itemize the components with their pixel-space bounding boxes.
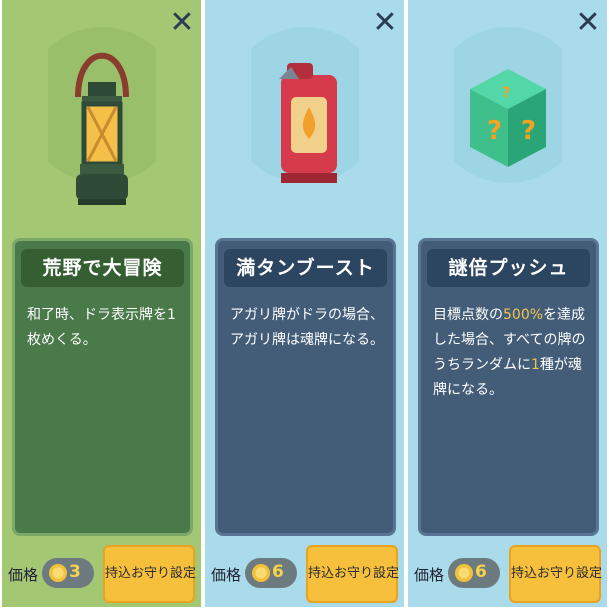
price-label: 価格 bbox=[414, 566, 445, 584]
card-background: ✕ 満タンブースト アガリ牌がドラの場合、アガリ牌は魂牌になる。 価格 6 持込… bbox=[205, 0, 404, 607]
close-icon[interactable]: ✕ bbox=[575, 8, 601, 38]
card-title: 謎倍プッシュ bbox=[427, 249, 590, 287]
charm-setup-button[interactable]: 持込お守り設定 bbox=[509, 545, 602, 603]
price-value: 6 bbox=[272, 562, 284, 582]
charm-setup-button[interactable]: 持込お守り設定 bbox=[306, 545, 399, 603]
price-label: 価格 bbox=[8, 566, 39, 584]
lantern-icon bbox=[24, 27, 180, 217]
fuel-can-icon bbox=[227, 27, 383, 217]
card-description: 目標点数の500%を達成した場合、すべての牌のうちランダムに1種が魂牌になる。 bbox=[433, 303, 588, 403]
svg-text:?: ? bbox=[487, 116, 502, 146]
card-description: 和了時、ドラ表示牌を1枚めくる。 bbox=[27, 307, 176, 348]
card-description: アガリ牌がドラの場合、アガリ牌は魂牌になる。 bbox=[230, 307, 384, 348]
coin-icon bbox=[49, 564, 67, 582]
price-badge: 3 bbox=[42, 558, 94, 588]
description-panel: 荒野で大冒険 和了時、ドラ表示牌を1枚めくる。 bbox=[12, 238, 193, 536]
description-panel: 満タンブースト アガリ牌がドラの場合、アガリ牌は魂牌になる。 bbox=[215, 238, 396, 536]
svg-text:?: ? bbox=[502, 85, 510, 101]
desc-text: 目標点数の bbox=[433, 307, 503, 323]
coin-icon bbox=[252, 564, 270, 582]
close-icon[interactable]: ✕ bbox=[169, 8, 195, 38]
card-background: ✕ ? ? ? 謎倍プッシュ 目標点数の500%を達成した場合、すべての牌のうち… bbox=[408, 0, 607, 607]
card-background: ✕ 荒野で大冒険 和了時、ドラ表示牌を1枚めくる。 価格 3 持込お守り設定 bbox=[2, 0, 201, 607]
price-value: 6 bbox=[475, 562, 487, 582]
price-badge: 6 bbox=[245, 558, 297, 588]
card-title: 荒野で大冒険 bbox=[21, 249, 184, 287]
description-panel: 謎倍プッシュ 目標点数の500%を達成した場合、すべての牌のうちランダムに1種が… bbox=[418, 238, 599, 536]
svg-text:?: ? bbox=[521, 116, 536, 146]
charm-card-full-tank: ✕ 満タンブースト アガリ牌がドラの場合、アガリ牌は魂牌になる。 価格 6 持込… bbox=[203, 0, 406, 609]
coin-icon bbox=[455, 564, 473, 582]
mystery-box-icon: ? ? ? bbox=[430, 27, 586, 217]
charm-card-wilderness: ✕ 荒野で大冒険 和了時、ドラ表示牌を1枚めくる。 価格 3 持込お守り設定 bbox=[0, 0, 203, 609]
price-badge: 6 bbox=[448, 558, 500, 588]
charm-card-mystery-push: ✕ ? ? ? 謎倍プッシュ 目標点数の500%を達成した場合、すべての牌のうち… bbox=[406, 0, 609, 609]
price-value: 3 bbox=[69, 562, 81, 582]
charm-setup-button[interactable]: 持込お守り設定 bbox=[103, 545, 196, 603]
desc-highlight: 1 bbox=[531, 357, 540, 373]
price-label: 価格 bbox=[211, 566, 242, 584]
desc-highlight: 500% bbox=[503, 307, 544, 323]
close-icon[interactable]: ✕ bbox=[372, 8, 398, 38]
card-title: 満タンブースト bbox=[224, 249, 387, 287]
